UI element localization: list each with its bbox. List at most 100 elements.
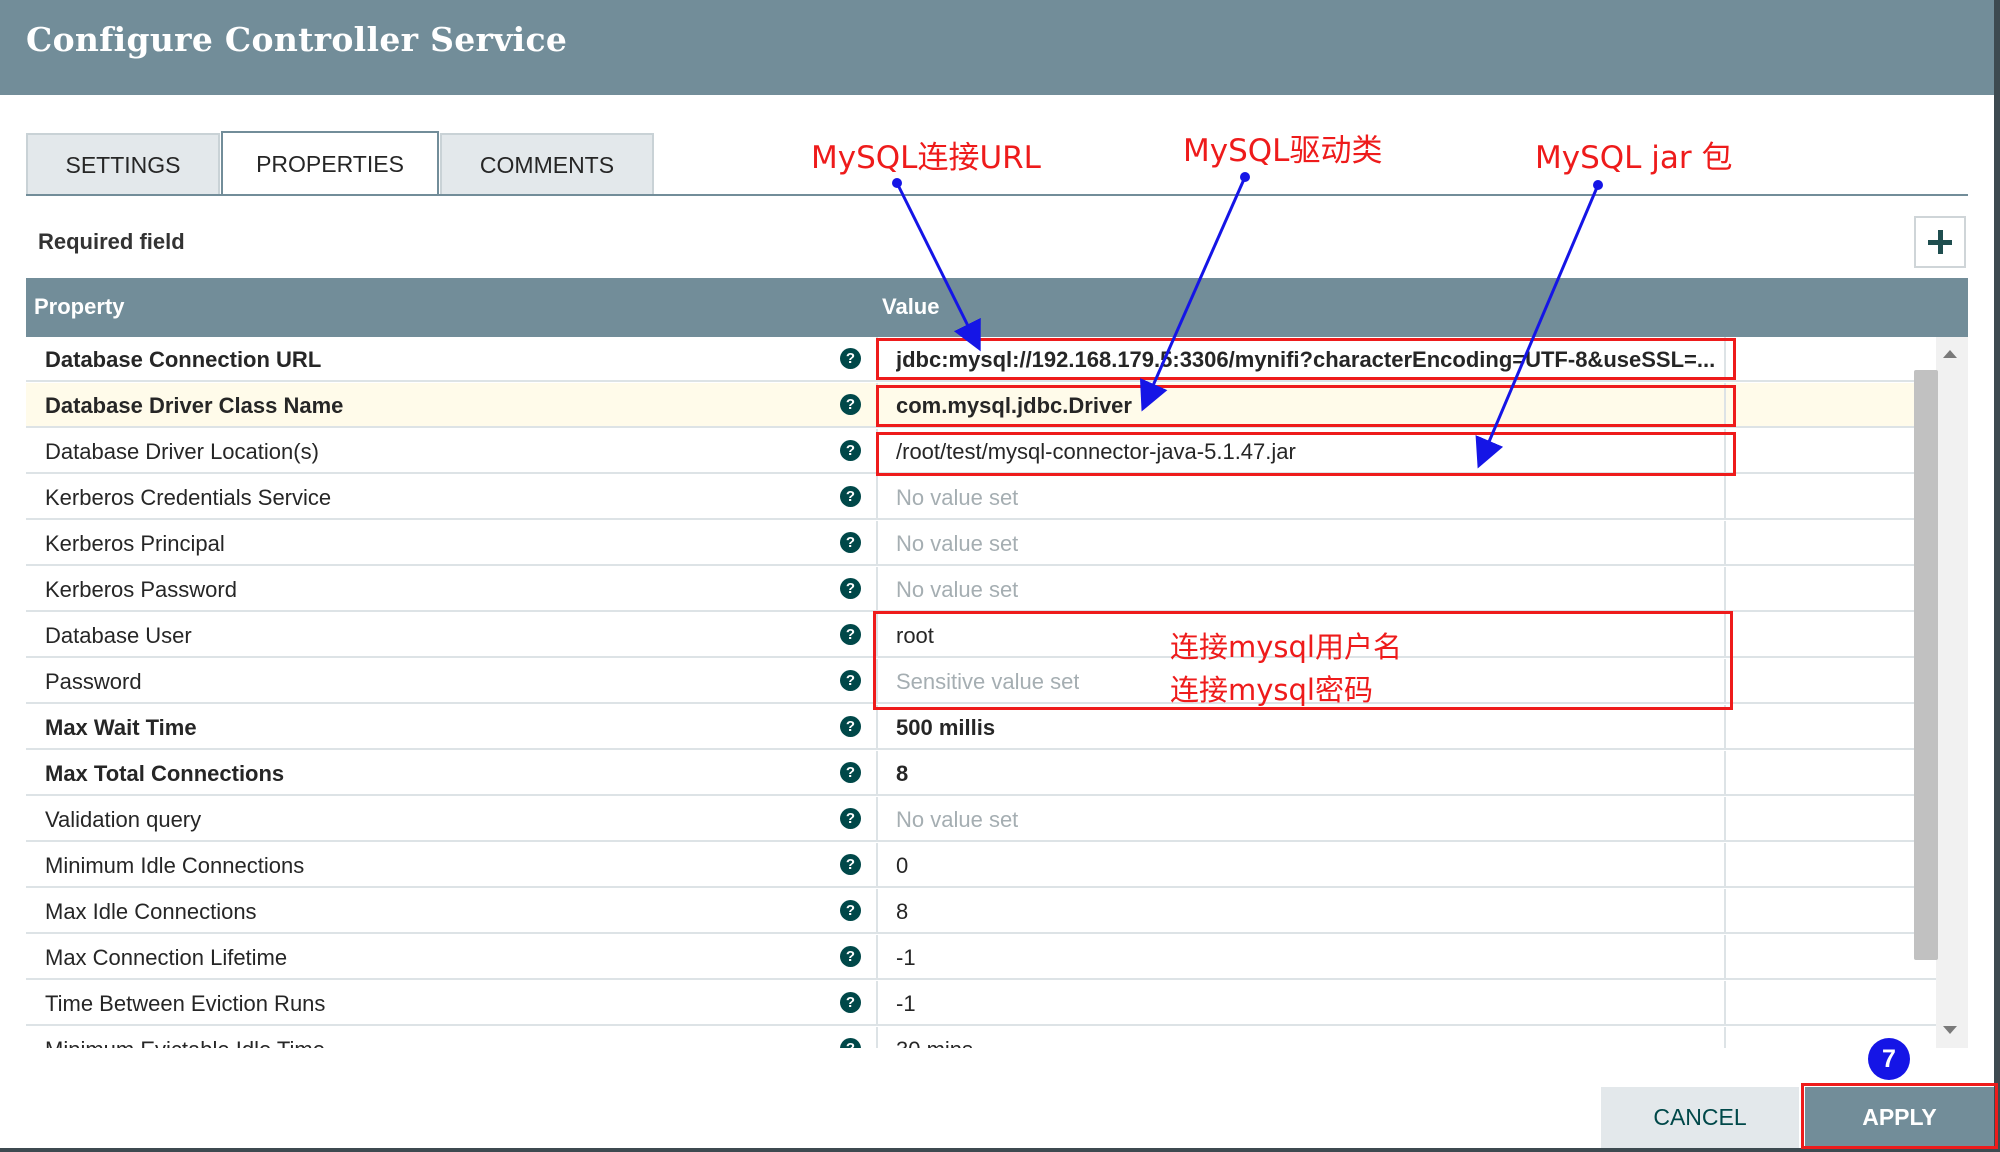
property-name: Database User xyxy=(45,623,192,648)
property-value[interactable]: root xyxy=(896,623,934,649)
column-divider xyxy=(1724,935,1726,980)
column-divider xyxy=(876,797,878,842)
step-badge: 7 xyxy=(1868,1038,1910,1080)
property-value[interactable]: jdbc:mysql://192.168.179.5:3306/mynifi?c… xyxy=(896,347,1715,373)
column-divider xyxy=(1724,751,1726,796)
annotation-jar-label: MySQL jar 包 xyxy=(1535,140,1733,176)
question-mark-icon[interactable]: ? xyxy=(840,394,861,415)
property-value[interactable]: /root/test/mysql-connector-java-5.1.47.j… xyxy=(896,439,1296,465)
property-name: Time Between Eviction Runs xyxy=(45,991,326,1016)
table-row[interactable]: Max Connection Lifetime? -1 xyxy=(26,935,1936,980)
property-name: Max Wait Time xyxy=(45,715,197,740)
tab-settings[interactable]: SETTINGS xyxy=(26,133,220,195)
property-name: Password xyxy=(45,669,142,694)
property-name: Database Driver Class Name xyxy=(45,393,344,418)
question-mark-icon[interactable]: ? xyxy=(840,992,861,1013)
scrollbar-track[interactable] xyxy=(1936,337,1968,1048)
column-divider xyxy=(876,705,878,750)
annotation-driver-label: MySQL驱动类 xyxy=(1183,133,1383,169)
property-value[interactable]: 500 millis xyxy=(896,715,995,741)
question-mark-icon[interactable]: ? xyxy=(840,762,861,783)
property-value[interactable]: No value set xyxy=(896,807,1018,833)
property-value[interactable]: No value set xyxy=(896,577,1018,603)
table-row[interactable]: Kerberos Principal? No value set xyxy=(26,521,1936,566)
table-row[interactable]: Max Total Connections? 8 xyxy=(26,751,1936,796)
question-mark-icon[interactable]: ? xyxy=(840,716,861,737)
property-value[interactable]: Sensitive value set xyxy=(896,669,1079,695)
column-divider xyxy=(1724,613,1726,658)
table-row[interactable]: Database Driver Class Name? com.mysql.jdb… xyxy=(26,383,1936,428)
table-row[interactable]: Max Idle Connections? 8 xyxy=(26,889,1936,934)
column-divider xyxy=(876,429,878,474)
column-divider xyxy=(1724,383,1726,428)
table-row[interactable]: Validation query? No value set xyxy=(26,797,1936,842)
property-value[interactable]: 30 mins xyxy=(896,1037,973,1048)
question-mark-icon[interactable]: ? xyxy=(840,624,861,645)
table-row[interactable]: Database User? root xyxy=(26,613,1936,658)
scroll-down-icon[interactable] xyxy=(1943,1026,1957,1034)
column-divider xyxy=(876,613,878,658)
column-divider xyxy=(876,521,878,566)
question-mark-icon[interactable]: ? xyxy=(840,348,861,369)
property-value[interactable]: 8 xyxy=(896,761,908,787)
property-name: Validation query xyxy=(45,807,202,832)
question-mark-icon[interactable]: ? xyxy=(840,578,861,599)
column-divider xyxy=(1724,475,1726,520)
table-row[interactable]: Database Connection URL? jdbc:mysql://192… xyxy=(26,337,1936,382)
column-divider xyxy=(876,889,878,934)
scroll-up-icon[interactable] xyxy=(1943,350,1957,358)
table-row[interactable]: Minimum Evictable Idle Time? 30 mins xyxy=(26,1027,1936,1048)
column-divider xyxy=(1724,1027,1726,1048)
table-row[interactable]: Time Between Eviction Runs? -1 xyxy=(26,981,1936,1026)
property-value[interactable]: com.mysql.jdbc.Driver xyxy=(896,393,1132,419)
table-row[interactable]: Max Wait Time? 500 millis xyxy=(26,705,1936,750)
question-mark-icon[interactable]: ? xyxy=(840,532,861,553)
question-mark-icon[interactable]: ? xyxy=(840,670,861,691)
column-divider xyxy=(1724,567,1726,612)
question-mark-icon[interactable]: ? xyxy=(840,854,861,875)
tab-underline xyxy=(26,194,1968,196)
question-mark-icon[interactable]: ? xyxy=(840,440,861,461)
tab-properties[interactable]: PROPERTIES xyxy=(221,131,439,195)
question-mark-icon[interactable]: ? xyxy=(840,486,861,507)
question-mark-icon[interactable]: ? xyxy=(840,808,861,829)
question-mark-icon[interactable]: ? xyxy=(840,900,861,921)
property-value[interactable]: No value set xyxy=(896,531,1018,557)
dialog-title: Configure Controller Service xyxy=(26,20,568,59)
required-field-label: Required field xyxy=(38,229,185,254)
column-divider xyxy=(1724,521,1726,566)
table-row[interactable]: Kerberos Password? No value set xyxy=(26,567,1936,612)
property-name: Database Connection URL xyxy=(45,347,322,372)
property-name: Database Driver Location(s) xyxy=(45,439,319,464)
tab-comments[interactable]: COMMENTS xyxy=(440,133,654,195)
property-value[interactable]: 8 xyxy=(896,899,908,925)
question-mark-icon[interactable]: ? xyxy=(840,1038,861,1048)
column-divider xyxy=(1724,797,1726,842)
question-mark-icon[interactable]: ? xyxy=(840,946,861,967)
column-header-value[interactable]: Value xyxy=(882,294,939,320)
table-row[interactable]: Minimum Idle Connections? 0 xyxy=(26,843,1936,888)
property-value[interactable]: 0 xyxy=(896,853,908,879)
annotation-user-label: 连接mysql用户名 xyxy=(1170,630,1402,664)
property-name: Kerberos Password xyxy=(45,577,237,602)
table-row[interactable]: Database Driver Location(s)? /root/test/m… xyxy=(26,429,1936,474)
property-value[interactable]: -1 xyxy=(896,945,916,971)
scrollbar-thumb[interactable] xyxy=(1914,370,1938,960)
column-divider xyxy=(1724,337,1726,382)
cancel-button[interactable]: CANCEL xyxy=(1601,1087,1799,1148)
column-divider xyxy=(876,751,878,796)
property-value[interactable]: No value set xyxy=(896,485,1018,511)
apply-button[interactable]: APPLY xyxy=(1805,1087,1994,1148)
column-header-property[interactable]: Property xyxy=(34,294,124,320)
table-row[interactable]: Password? Sensitive value set xyxy=(26,659,1936,704)
column-divider xyxy=(876,567,878,612)
add-property-button[interactable] xyxy=(1914,216,1966,268)
column-divider xyxy=(876,843,878,888)
annotation-password-label: 连接mysql密码 xyxy=(1170,673,1373,707)
table-row[interactable]: Kerberos Credentials Service? No value se… xyxy=(26,475,1936,520)
dialog-header: Configure Controller Service xyxy=(0,0,1994,95)
column-divider xyxy=(1724,659,1726,704)
column-divider xyxy=(876,475,878,520)
property-value[interactable]: -1 xyxy=(896,991,916,1017)
properties-table: Property Value Database Connection URL? j… xyxy=(26,278,1968,1048)
